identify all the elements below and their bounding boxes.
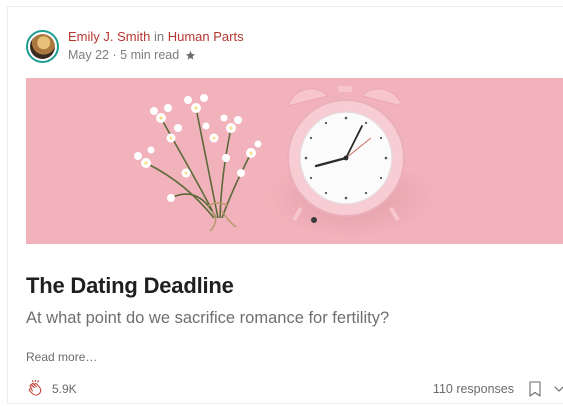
clap-count: 5.9K — [52, 382, 77, 396]
read-time: 5 min read — [120, 48, 180, 62]
alarm-clock-and-flowers-photo — [26, 78, 563, 244]
avatar-photo — [30, 33, 55, 59]
bookmark-icon[interactable] — [529, 381, 541, 397]
byline: Emily J. Smith in Human Parts — [68, 28, 244, 46]
author-link[interactable]: Emily J. Smith — [68, 29, 150, 44]
chevron-down-icon[interactable] — [554, 385, 563, 393]
post-title[interactable]: The Dating Deadline — [26, 273, 234, 299]
post-meta: Emily J. Smith in Human Parts May 22 · 5… — [26, 26, 244, 66]
author-avatar[interactable] — [26, 29, 59, 63]
in-text: in — [153, 29, 165, 44]
publication-link[interactable]: Human Parts — [168, 29, 244, 44]
responses-link[interactable]: 110 responses — [433, 382, 514, 396]
post-date-line: May 22 · 5 min read — [68, 46, 244, 64]
post-date: May 22 — [68, 48, 109, 62]
meta-text: Emily J. Smith in Human Parts May 22 · 5… — [68, 28, 244, 64]
clap-icon[interactable] — [26, 379, 46, 399]
post-subtitle[interactable]: At what point do we sacrifice romance fo… — [26, 309, 389, 328]
star-icon — [186, 50, 196, 60]
read-more-link[interactable]: Read more… — [26, 350, 97, 364]
post-card: Emily J. Smith in Human Parts May 22 · 5… — [7, 6, 563, 404]
meta-separator: · — [112, 48, 117, 62]
hero-image[interactable] — [26, 78, 563, 244]
post-actions: 5.9K 110 responses — [26, 378, 563, 400]
